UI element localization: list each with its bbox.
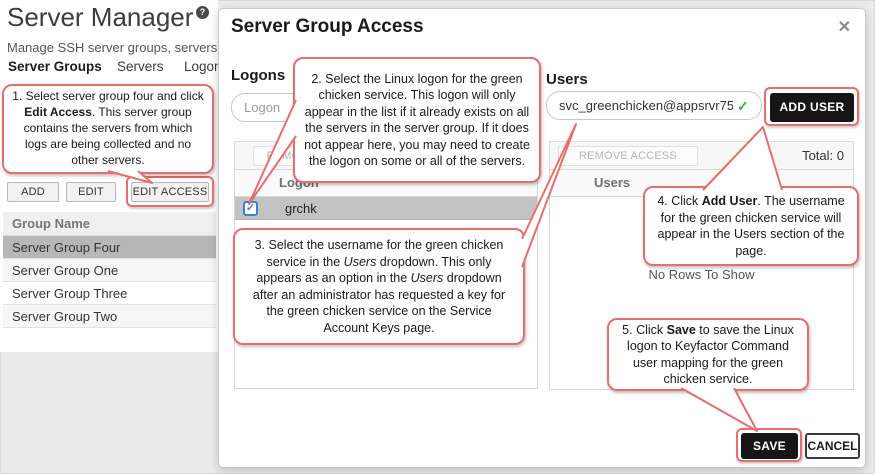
- modal-title: Server Group Access: [231, 16, 424, 38]
- callout-step-2: 2. Select the Linux logon for the green …: [293, 57, 541, 183]
- tab-servers[interactable]: Servers: [117, 59, 164, 74]
- group-name-header: Group Name: [3, 212, 216, 236]
- cancel-button[interactable]: CANCEL: [805, 433, 860, 459]
- tab-logons[interactable]: Logon: [184, 59, 218, 74]
- table-row-server-group-three[interactable]: Server Group Three: [3, 282, 216, 305]
- logon-row-label: grchk: [235, 197, 537, 220]
- table-row-server-group-two[interactable]: Server Group Two: [3, 305, 216, 328]
- close-icon[interactable]: ✕: [838, 17, 851, 37]
- users-dropdown-input[interactable]: [546, 91, 762, 120]
- page-title: Server Manager: [7, 2, 193, 33]
- no-rows-message: No Rows To Show: [550, 267, 853, 282]
- callout-step-3: 3. Select the username for the green chi…: [233, 228, 525, 345]
- users-toolbar: REMOVE ACCESS Total: 0: [549, 141, 854, 170]
- callout-step-1: 1. Select server group four and click Ed…: [2, 84, 214, 174]
- total-count: Total: 0: [802, 148, 844, 163]
- add-user-button[interactable]: ADD USER: [770, 93, 854, 122]
- edit-access-button[interactable]: EDIT ACCESS: [131, 182, 209, 202]
- remove-access-button[interactable]: REMOVE ACCESS: [558, 146, 698, 166]
- group-name-table: Group Name Server Group Four Server Grou…: [3, 212, 216, 328]
- callout-step-5: 5. Click Save to save the Linux logon to…: [607, 318, 809, 391]
- save-button[interactable]: SAVE: [741, 433, 798, 459]
- logon-row-grchk[interactable]: ✓ grchk: [235, 197, 537, 220]
- edit-button[interactable]: EDIT: [66, 182, 116, 202]
- tab-server-groups[interactable]: Server Groups: [8, 59, 102, 74]
- logon-checkbox[interactable]: ✓: [243, 201, 258, 216]
- page-subtitle: Manage SSH server groups, servers, a: [7, 40, 218, 55]
- add-button[interactable]: ADD: [7, 182, 59, 202]
- callout-step-4: 4. Click Add User. The username for the …: [643, 186, 859, 266]
- valid-check-icon: ✓: [737, 98, 749, 115]
- logons-label: Logons: [231, 67, 285, 84]
- table-row-server-group-four[interactable]: Server Group Four: [3, 236, 216, 259]
- server-manager-page: Server Manager ? Manage SSH server group…: [0, 0, 218, 352]
- help-icon[interactable]: ?: [196, 6, 209, 19]
- users-label: Users: [546, 71, 588, 88]
- screenshot-root: Server Manager ? Manage SSH server group…: [0, 0, 875, 474]
- table-row-server-group-one[interactable]: Server Group One: [3, 259, 216, 282]
